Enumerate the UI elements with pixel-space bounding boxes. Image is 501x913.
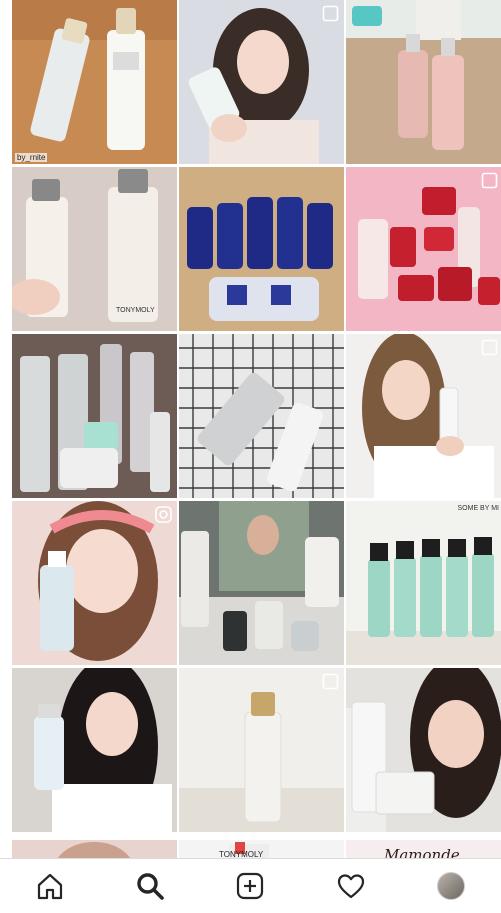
multiple-photos-icon [322, 5, 339, 22]
multiple-photos-icon [481, 172, 498, 189]
photo-toner-bottles [12, 0, 177, 164]
photo-woman-pink-headband [12, 501, 177, 665]
tab-home[interactable] [30, 866, 70, 906]
tab-new-post[interactable] [230, 866, 270, 906]
photo-woman-selfie [179, 0, 344, 164]
tile-caption: by_rnite [15, 153, 48, 162]
explore-tile-blue-bottles[interactable] [179, 167, 344, 331]
multiple-photos-icon [481, 339, 498, 356]
photo-skincare-lineup [12, 334, 177, 498]
explore-tile-woman-with-bottle[interactable] [346, 334, 501, 498]
photo-bottles-on-grid [179, 334, 344, 498]
photo-green-toner-row [346, 501, 501, 665]
photo-red-cosmetic-set [346, 167, 501, 331]
video-camera-icon [155, 506, 172, 523]
home-icon [37, 873, 63, 900]
photo-pink-essence-bottles [346, 0, 501, 164]
explore-tile-woman-with-toner[interactable] [12, 501, 177, 665]
tab-activity[interactable] [331, 866, 371, 906]
bottle-brand-label: TONYMOLY [116, 307, 155, 314]
photo-woman-with-toner-bottle [12, 668, 177, 832]
explore-tile-woman-holding-tube[interactable] [179, 0, 344, 164]
search-icon [137, 873, 165, 900]
explore-grid: by_rnite TONYMOLY SOME BY MI [12, 0, 501, 832]
explore-tile-toner-bottles-wood[interactable]: by_rnite [12, 0, 177, 164]
explore-tile-man-with-products[interactable] [179, 501, 344, 665]
tab-search[interactable] [130, 866, 170, 906]
plus-square-icon [237, 872, 264, 900]
tab-profile[interactable] [431, 866, 471, 906]
explore-tile-skincare-lineup[interactable] [12, 334, 177, 498]
multiple-photos-icon [322, 673, 339, 690]
explore-tile-woman-black-hair[interactable] [12, 668, 177, 832]
explore-tile-green-bottle-row[interactable]: SOME BY MI [346, 501, 501, 665]
explore-tile-essence-bottle[interactable] [179, 668, 344, 832]
photo-blue-toner-bottles [179, 167, 344, 331]
explore-tile-woman-with-box[interactable] [346, 668, 501, 832]
avatar [436, 872, 465, 900]
photo-woman-holding-box [346, 668, 501, 832]
photo-gold-cap-essence [179, 668, 344, 832]
photo-man-mirror-products [179, 501, 344, 665]
bottle-brand-label: SOME BY MI [457, 505, 500, 512]
photo-woman-holding-bottle [346, 334, 501, 498]
heart-icon [337, 874, 364, 899]
explore-tile-red-gift-set[interactable] [346, 167, 501, 331]
explore-tile-pink-bottles[interactable] [346, 0, 501, 164]
bottom-tab-bar [0, 858, 501, 913]
explore-tile-chestnut-toner[interactable]: TONYMOLY [12, 167, 177, 331]
explore-tile-grid-flatlay[interactable] [179, 334, 344, 498]
